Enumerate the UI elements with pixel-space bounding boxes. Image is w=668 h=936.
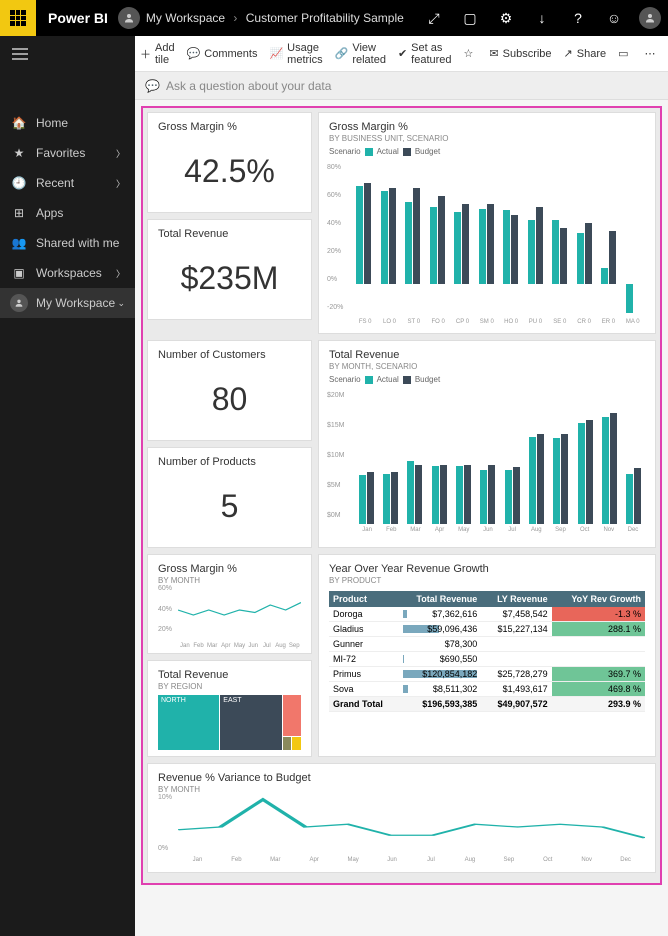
- fullscreen-button[interactable]: ⤢: [416, 0, 452, 36]
- chevron-right-icon: 〉: [116, 177, 125, 190]
- table-row[interactable]: Gunner$78,300: [329, 637, 645, 652]
- present-button[interactable]: ▢: [452, 0, 488, 36]
- tile-gm-by-month[interactable]: Gross Margin % BY MONTH 60%40%20%JanFebM…: [147, 554, 312, 654]
- download-button[interactable]: ↓: [524, 0, 560, 36]
- nav-sidebar: 🏠Home★Favorites〉🕘Recent〉⊞Apps👥Shared wit…: [0, 72, 135, 936]
- table-row[interactable]: Doroga$7,362,616$7,458,542-1.3 %: [329, 607, 645, 622]
- app-launcher-button[interactable]: [0, 0, 36, 36]
- main-content: 💬Ask a question about your data Gross Ma…: [135, 72, 668, 936]
- comments-button[interactable]: 💬Comments: [187, 47, 258, 60]
- table-row[interactable]: MI-72$690,550: [329, 652, 645, 667]
- header-actions: ⤢ ▢ ⚙ ↓ ? ☺: [416, 0, 668, 36]
- usage-metrics-button[interactable]: 📈Usage metrics: [269, 42, 322, 66]
- global-header: Power BI My Workspace › Customer Profita…: [0, 0, 668, 36]
- sidebar-item-my-workspace[interactable]: My Workspace⌄: [0, 288, 135, 318]
- tile-total-revenue[interactable]: Total Revenue $235M: [147, 219, 312, 320]
- star-icon: ★: [10, 146, 28, 160]
- apps-icon: ⊞: [10, 206, 28, 220]
- add-tile-button[interactable]: ＋Add tile: [140, 42, 175, 66]
- table-row[interactable]: Primus$120,854,182$25,728,279369.7 %: [329, 667, 645, 682]
- set-featured-button[interactable]: ✔Set as featured: [398, 42, 452, 66]
- clock-icon: 🕘: [10, 176, 28, 190]
- brand-label: Power BI: [48, 10, 108, 26]
- chevron-down-icon: ⌄: [117, 298, 125, 309]
- profile-button[interactable]: [632, 0, 668, 36]
- favorite-button[interactable]: ☆: [464, 47, 478, 60]
- workspace-avatar-icon: [10, 294, 28, 312]
- chevron-right-icon: 〉: [116, 147, 125, 160]
- tile-rev-by-month[interactable]: Total Revenue BY MONTH, SCENARIO Scenari…: [318, 340, 656, 548]
- tile-rev-by-region[interactable]: Total Revenue BY REGION NORTH EAST: [147, 660, 312, 757]
- tile-gm-by-bu[interactable]: Gross Margin % BY BUSINESS UNIT, SCENARI…: [318, 112, 656, 334]
- web-layout-button[interactable]: ▭: [618, 47, 632, 60]
- waffle-icon: [10, 10, 26, 26]
- treemap: NORTH EAST: [158, 695, 301, 750]
- sidebar-item-shared-with-me[interactable]: 👥Shared with me: [0, 228, 135, 258]
- breadcrumb-workspace[interactable]: My Workspace: [146, 11, 225, 25]
- tile-yoy-growth[interactable]: Year Over Year Revenue Growth BY PRODUCT…: [318, 554, 656, 757]
- yoy-table: Product Total Revenue LY Revenue YoY Rev…: [329, 591, 645, 712]
- table-row-total: Grand Total$196,593,385$49,907,572293.9 …: [329, 697, 645, 712]
- table-row[interactable]: Sova$8,511,302$1,493,617469.8 %: [329, 682, 645, 697]
- table-row[interactable]: Gladius$59,096,436$15,227,134288.1 %: [329, 622, 645, 637]
- tile-products[interactable]: Number of Products 5: [147, 447, 312, 548]
- ws-icon: ▣: [10, 266, 28, 280]
- settings-button[interactable]: ⚙: [488, 0, 524, 36]
- view-related-button[interactable]: 🔗View related: [335, 42, 386, 66]
- dashboard-selection: Gross Margin % 42.5% Total Revenue $235M…: [141, 106, 662, 885]
- sidebar-item-workspaces[interactable]: ▣Workspaces〉: [0, 258, 135, 288]
- tile-gm-pct[interactable]: Gross Margin % 42.5%: [147, 112, 312, 213]
- hamburger-icon: [12, 48, 28, 60]
- sidebar-item-home[interactable]: 🏠Home: [0, 108, 135, 138]
- chevron-right-icon: 〉: [116, 267, 125, 280]
- more-button[interactable]: ⋯: [645, 47, 660, 60]
- breadcrumb-page[interactable]: Customer Profitability Sample: [246, 11, 404, 25]
- tile-variance[interactable]: Revenue % Variance to Budget BY MONTH 10…: [147, 763, 656, 873]
- share-button[interactable]: ↗Share: [564, 47, 607, 60]
- sidebar-item-favorites[interactable]: ★Favorites〉: [0, 138, 135, 168]
- person-icon: [644, 12, 656, 24]
- person-icon: [123, 12, 135, 24]
- sidebar-item-apps[interactable]: ⊞Apps: [0, 198, 135, 228]
- nav-toggle-button[interactable]: [0, 36, 135, 72]
- tile-customers[interactable]: Number of Customers 80: [147, 340, 312, 441]
- qna-input[interactable]: 💬Ask a question about your data: [135, 72, 668, 100]
- chart-legend: Scenario Actual Budget: [329, 147, 645, 156]
- subscribe-button[interactable]: ✉Subscribe: [489, 47, 551, 60]
- feedback-button[interactable]: ☺: [596, 0, 632, 36]
- sidebar-item-recent[interactable]: 🕘Recent〉: [0, 168, 135, 198]
- help-button[interactable]: ?: [560, 0, 596, 36]
- home-icon: 🏠: [10, 116, 28, 130]
- workspace-avatar: [118, 7, 140, 29]
- breadcrumb: My Workspace › Customer Profitability Sa…: [146, 11, 404, 25]
- chart-legend: Scenario Actual Budget: [329, 375, 645, 384]
- share-icon: 👥: [10, 236, 28, 250]
